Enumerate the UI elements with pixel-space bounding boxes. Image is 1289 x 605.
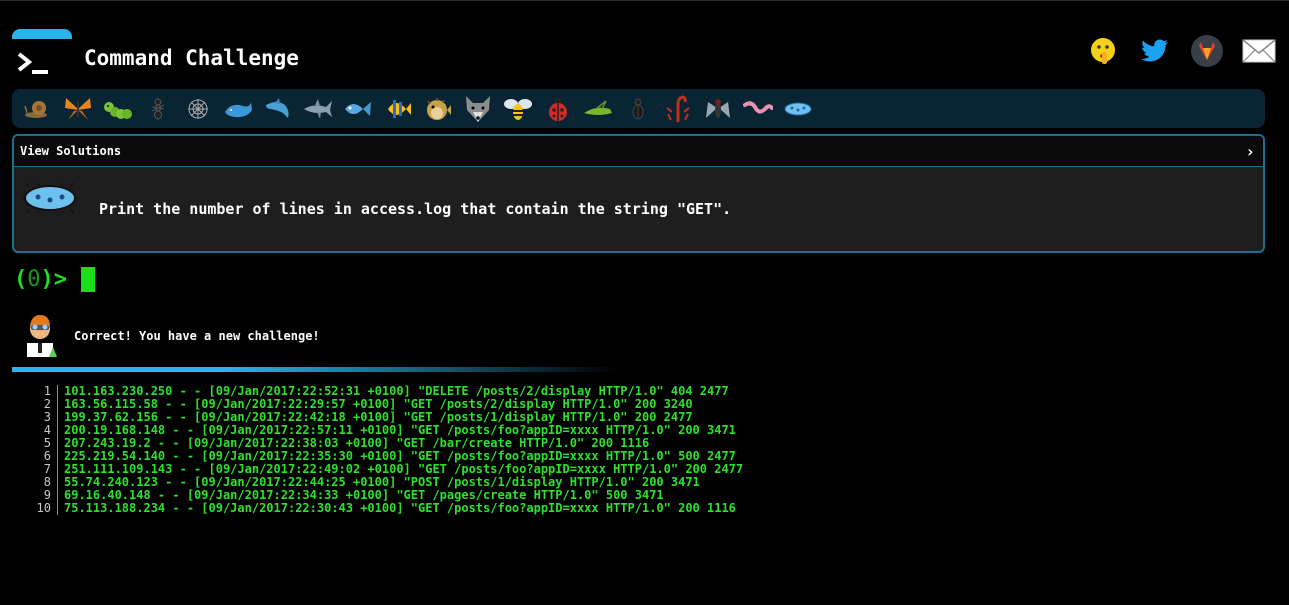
shark-icon[interactable] — [300, 93, 336, 125]
prompt-count: 0 — [27, 267, 41, 292]
chevron-right-icon: › — [1245, 141, 1255, 161]
shushing-face-icon[interactable] — [1085, 33, 1121, 69]
view-solutions-toggle[interactable]: View Solutions › — [14, 136, 1263, 167]
page-title: Command Challenge — [84, 46, 299, 70]
butterfly-icon[interactable] — [60, 93, 96, 125]
message-text: Correct! You have a new challenge! — [74, 329, 320, 343]
microbe-icon — [22, 183, 78, 213]
challenge-description: Print the number of lines in access.log … — [99, 200, 732, 218]
snail-icon[interactable] — [20, 93, 56, 125]
line-number: 1 — [20, 385, 58, 398]
caterpillar-icon[interactable] — [100, 93, 136, 125]
fly-icon[interactable] — [700, 93, 736, 125]
shell-prompt[interactable]: ( 0 )> — [14, 267, 95, 292]
challenge-panel: View Solutions › Print the number of lin… — [12, 134, 1265, 253]
log-output: 1 101.163.230.250 - - [09/Jan/2017:22:52:… — [20, 385, 743, 515]
worm-icon[interactable] — [740, 93, 776, 125]
challenge-body: Print the number of lines in access.log … — [14, 167, 1263, 251]
scientist-avatar-icon — [27, 315, 57, 357]
prompt-open-paren: ( — [14, 267, 28, 292]
logo-bar — [12, 29, 72, 39]
view-solutions-label: View Solutions — [20, 144, 122, 158]
cricket-icon[interactable] — [580, 93, 616, 125]
prompt-close: )> — [40, 267, 68, 292]
gitlab-icon[interactable] — [1189, 33, 1225, 69]
header: Command Challenge — [12, 29, 1277, 89]
ladybug-icon[interactable] — [540, 93, 576, 125]
logo[interactable] — [12, 29, 72, 77]
divider — [12, 367, 618, 372]
log-row: 10 75.113.188.234 - - [09/Jan/2017:22:30:… — [20, 502, 743, 515]
dolphin-icon[interactable] — [260, 93, 296, 125]
line-number: 7 — [20, 463, 58, 476]
fish-icon[interactable] — [340, 93, 376, 125]
microbe-icon[interactable] — [780, 93, 816, 125]
twitter-icon[interactable] — [1137, 33, 1173, 69]
result-message: Correct! You have a new challenge! — [22, 313, 320, 357]
terminal-prompt-icon — [17, 52, 48, 74]
whale-icon[interactable] — [220, 93, 256, 125]
line-number: 2 — [20, 398, 58, 411]
text-cursor[interactable] — [81, 267, 95, 292]
spider-web-icon[interactable] — [180, 93, 216, 125]
scorpion-icon[interactable] — [660, 93, 696, 125]
line-number: 10 — [20, 502, 58, 515]
tropical-fish-icon[interactable] — [380, 93, 416, 125]
log-line: 75.113.188.234 - - [09/Jan/2017:22:30:43… — [64, 501, 736, 515]
line-number: 5 — [20, 437, 58, 450]
beetle-icon[interactable] — [620, 93, 656, 125]
social-links — [1085, 33, 1277, 69]
wolf-icon[interactable] — [460, 93, 496, 125]
line-number: 6 — [20, 450, 58, 463]
bee-icon[interactable] — [500, 93, 536, 125]
line-number: 4 — [20, 424, 58, 437]
ant-icon[interactable] — [140, 93, 176, 125]
blowfish-icon[interactable] — [420, 93, 456, 125]
line-number: 3 — [20, 411, 58, 424]
mail-icon[interactable] — [1241, 33, 1277, 69]
line-number: 8 — [20, 476, 58, 489]
level-selector — [12, 89, 1265, 128]
